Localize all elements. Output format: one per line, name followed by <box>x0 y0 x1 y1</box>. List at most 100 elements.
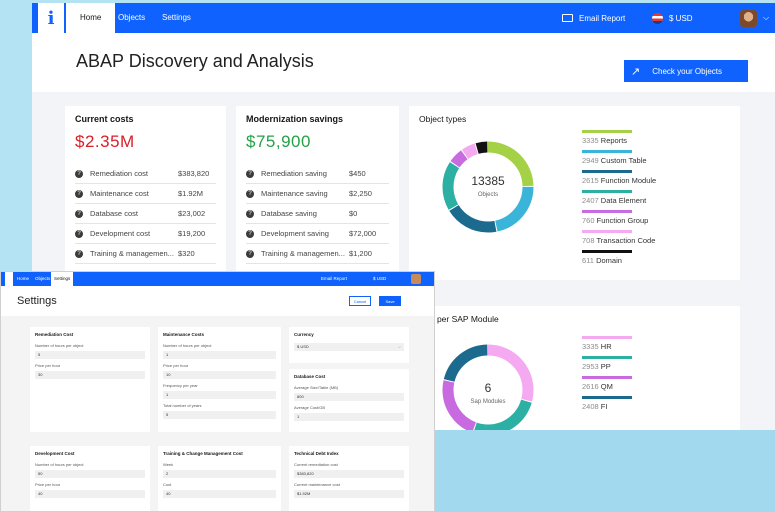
help-icon[interactable]: ? <box>246 209 254 218</box>
arrow-up-right-icon: ↗ <box>631 65 641 78</box>
app-logo[interactable] <box>5 272 13 286</box>
legend-item: 2616 QM <box>582 376 632 391</box>
object-types-card: Object types 13385 Objects 3335 Reports 2… <box>409 106 740 280</box>
hours-per-object-input[interactable]: 5 <box>35 351 145 359</box>
card-title: Modernization savings <box>246 114 344 124</box>
field-label: Current maintenance cost <box>294 482 340 487</box>
legend-item: 611 Domain <box>582 250 656 265</box>
legend-name: PP <box>600 362 611 371</box>
legend-name: Function Group <box>596 216 649 225</box>
savings-total: $75,900 <box>246 132 311 151</box>
week-input[interactable]: 2 <box>163 470 276 478</box>
legend-color-bar <box>582 190 632 193</box>
avg-cost-input[interactable]: 1 <box>294 413 404 421</box>
email-report-button[interactable]: Email Report <box>562 3 625 33</box>
help-icon[interactable]: ? <box>75 189 83 198</box>
help-icon[interactable]: ? <box>246 229 254 238</box>
help-icon[interactable]: ? <box>75 169 83 178</box>
legend-color-bar <box>582 336 632 339</box>
row-label: Maintenance cost <box>90 189 149 198</box>
cost-input[interactable]: 40 <box>163 490 276 498</box>
tab-home[interactable]: Home <box>17 272 29 286</box>
cancel-button[interactable]: Cancel <box>349 296 371 306</box>
legend-count: 3335 <box>582 342 599 351</box>
card-title: Development Cost <box>35 451 75 456</box>
avg-size-input[interactable]: 800 <box>294 393 404 401</box>
card-title: Technical Debt Index <box>294 451 339 456</box>
field-label: Cost <box>163 482 172 487</box>
price-per-hour-input[interactable]: 40 <box>35 490 145 498</box>
field-label: Total number of years <box>163 403 202 408</box>
user-menu[interactable]: ⌵ <box>740 3 769 33</box>
frequency-input[interactable]: 1 <box>163 391 276 399</box>
field-label: Average Size/Table (MB) <box>294 385 339 390</box>
donut-center-label: Objects <box>478 192 498 198</box>
help-icon[interactable]: ? <box>75 229 83 238</box>
card-title: Current costs <box>75 114 134 124</box>
currency-select[interactable]: $ USD ⌵ <box>294 343 404 351</box>
help-icon[interactable]: ? <box>246 249 254 258</box>
cost-row: ? Maintenance saving $2,250 <box>246 184 389 204</box>
current-costs-card: Current costs $2.35M ? Remediation cost $3… <box>65 106 226 276</box>
object-types-legend: 3335 Reports 2949 Custom Table 2615 Functi… <box>582 130 656 270</box>
hours-per-object-input[interactable]: 1 <box>163 351 276 359</box>
object-types-donut: 13385 Objects <box>442 141 534 233</box>
row-value: $72,000 <box>349 229 377 238</box>
cost-row: ? Development cost $19,200 <box>75 224 216 244</box>
legend-item: 2953 PP <box>582 356 632 371</box>
legend-name: Data Element <box>600 196 647 205</box>
help-icon[interactable]: ? <box>75 209 83 218</box>
maintenance-cost-value: $1.92M <box>294 490 404 498</box>
hours-per-object-input[interactable]: 50 <box>35 470 145 478</box>
tab-home[interactable]: Home <box>66 3 116 33</box>
legend-count: 3335 <box>582 136 599 145</box>
settings-nav: Home Objects Settings Email Report $ USD <box>1 272 434 286</box>
tab-objects[interactable]: Objects <box>118 3 145 33</box>
help-icon[interactable]: ? <box>246 189 254 198</box>
legend-color-bar <box>582 130 632 133</box>
row-label: Training & managemen... <box>261 249 345 258</box>
cost-row: ? Training & managemen... $1,200 <box>246 244 389 264</box>
top-nav: i Home Objects Settings Email Report $ U… <box>32 3 775 33</box>
currency-select-value: $ USD <box>297 344 309 349</box>
legend-color-bar <box>582 376 632 379</box>
tab-objects[interactable]: Objects <box>35 272 50 286</box>
mail-icon <box>562 14 573 22</box>
avatar[interactable] <box>411 274 421 284</box>
price-per-hour-input[interactable]: 10 <box>163 371 276 379</box>
currency-selector[interactable]: $ USD <box>373 272 386 286</box>
row-label: Development cost <box>90 229 151 238</box>
row-label: Database cost <box>90 209 138 218</box>
help-icon[interactable]: ? <box>75 249 83 258</box>
help-icon[interactable]: ? <box>246 169 254 178</box>
chevron-down-icon: ⌵ <box>397 344 401 349</box>
current-costs-total: $2.35M <box>75 132 135 151</box>
donut-center-label: Sap Modules <box>470 399 505 405</box>
legend-name: FI <box>600 402 608 411</box>
cost-row: ? Database saving $0 <box>246 204 389 224</box>
legend-count: 2407 <box>582 196 599 205</box>
legend-item: 2408 FI <box>582 396 632 411</box>
development-cost-card: Development Cost Number of hours per obj… <box>30 446 150 511</box>
row-label: Development saving <box>261 229 329 238</box>
save-button[interactable]: Save <box>379 296 401 306</box>
donut-center-value: 13385 <box>471 174 505 188</box>
price-per-hour-input[interactable]: 30 <box>35 371 145 379</box>
row-value: $383,820 <box>178 169 210 178</box>
row-value: $19,200 <box>178 229 206 238</box>
tab-settings[interactable]: Settings <box>162 3 191 33</box>
remediation-cost-value: $383,820 <box>294 470 404 478</box>
field-label: Number of hours per object <box>35 462 84 467</box>
tab-settings[interactable]: Settings <box>51 272 74 286</box>
total-years-input[interactable]: 5 <box>163 411 276 419</box>
currency-selector[interactable]: $ USD <box>652 3 693 33</box>
app-logo[interactable]: i <box>38 3 64 33</box>
legend-name: Domain <box>596 256 622 265</box>
cost-row: ? Remediation cost $383,820 <box>75 164 216 184</box>
email-report-button[interactable]: Email Report <box>321 272 347 286</box>
check-objects-button[interactable]: ↗ Check your Objects <box>624 60 748 82</box>
remediation-cost-card: Remediation Cost Number of hours per obj… <box>30 327 150 432</box>
legend-count: 760 <box>582 216 595 225</box>
technical-debt-card: Technical Debt Index Current remediation… <box>289 446 409 511</box>
row-label: Training & managemen... <box>90 249 174 258</box>
